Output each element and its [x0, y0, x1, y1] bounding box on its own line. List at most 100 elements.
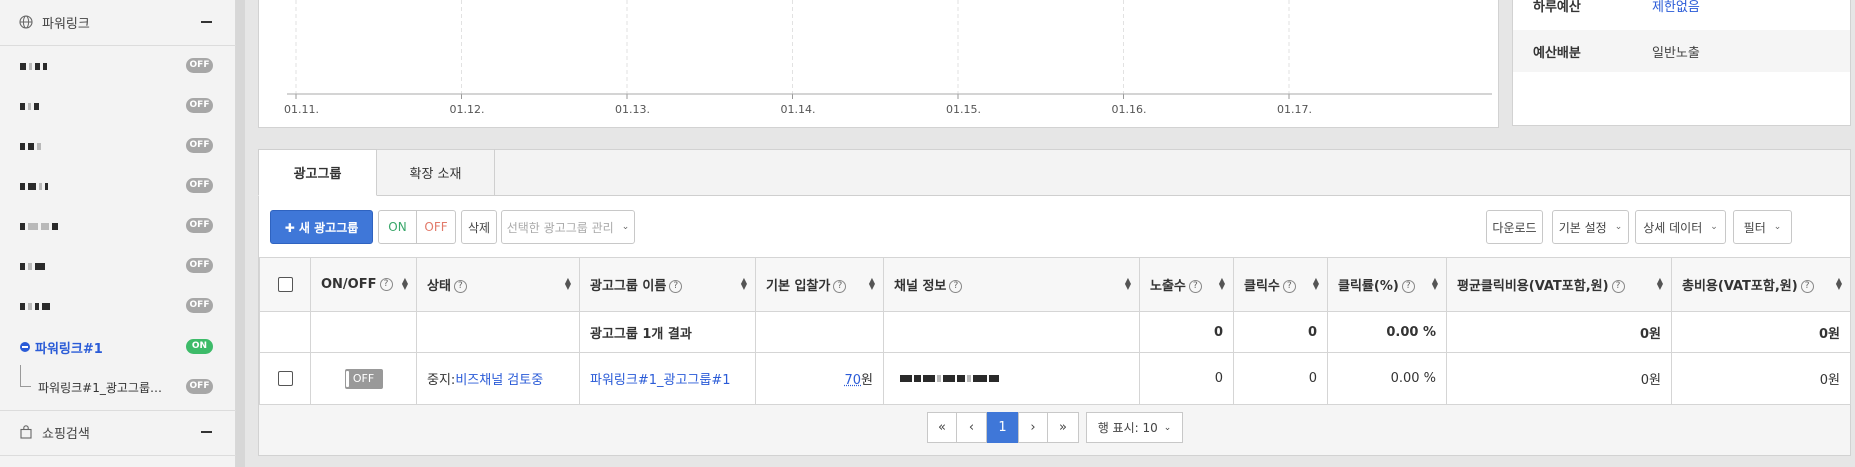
- adgroup-name-link[interactable]: 파워링크#1_광고그룹#1: [590, 373, 731, 388]
- onoff-cell: OFF: [310, 352, 417, 405]
- row-checkbox[interactable]: [277, 371, 293, 386]
- sidebar-campaign-item[interactable]: OFF: [0, 291, 236, 321]
- status-pill[interactable]: ON: [186, 339, 213, 354]
- status-pill[interactable]: OFF: [186, 178, 213, 193]
- onoff-toggle[interactable]: OFF: [344, 368, 383, 389]
- sidebar-campaign-item[interactable]: OFF: [0, 251, 236, 281]
- status-pill[interactable]: OFF: [186, 379, 213, 394]
- bid-value-link[interactable]: 70: [844, 373, 861, 388]
- sort-icon[interactable]: ▲ ▼: [741, 277, 747, 291]
- help-icon[interactable]: ?: [949, 280, 963, 293]
- column-header-onoff[interactable]: ON/OFF? ▲ ▼: [310, 257, 417, 312]
- shopping-bag-icon: [18, 424, 34, 440]
- filter-dropdown[interactable]: 필터 ⌄: [1733, 210, 1792, 244]
- sidebar-campaign-item[interactable]: OFF: [0, 171, 236, 201]
- sidebar-section-shopping[interactable]: 쇼핑검색: [0, 410, 236, 454]
- column-header-status[interactable]: 상태? ▲ ▼: [416, 257, 580, 312]
- sort-icon[interactable]: ▲ ▼: [565, 277, 571, 291]
- status-pill[interactable]: OFF: [186, 258, 213, 273]
- sort-icon[interactable]: ▲ ▼: [1313, 277, 1319, 291]
- empty-cell: [883, 311, 1140, 353]
- sidebar-section-powerlink[interactable]: 파워링크: [0, 0, 236, 44]
- help-icon[interactable]: ?: [1800, 280, 1814, 293]
- status-link[interactable]: 비즈채널 검토중: [455, 373, 543, 388]
- status-pill[interactable]: OFF: [186, 298, 213, 313]
- rows-per-page-dropdown[interactable]: 행 표시: 10 ⌄: [1086, 412, 1183, 443]
- sort-icon[interactable]: ▲ ▼: [1432, 277, 1438, 291]
- sort-icon[interactable]: ▲ ▼: [1219, 277, 1225, 291]
- column-header-impressions[interactable]: 노출수? ▲ ▼: [1139, 257, 1234, 312]
- sidebar-campaign-item[interactable]: OFF: [0, 91, 236, 121]
- off-button[interactable]: OFF: [417, 210, 456, 244]
- column-header-bid[interactable]: 기본 입찰가? ▲ ▼: [755, 257, 884, 312]
- sort-icon[interactable]: ▲ ▼: [1125, 277, 1131, 291]
- status-pill[interactable]: OFF: [186, 138, 213, 153]
- sort-icon[interactable]: ▲ ▼: [1836, 277, 1842, 291]
- help-icon[interactable]: ?: [453, 280, 467, 293]
- adgroup-table: ON/OFF? ▲ ▼ 상태? ▲ ▼ 광고그룹 이름? ▲ ▼ 기본 입찰가? ▲ ▼ 채널 …: [259, 257, 1851, 405]
- download-button[interactable]: 다운로드: [1486, 210, 1543, 244]
- cost-cell: 0원: [1671, 352, 1851, 405]
- sidebar-campaign-item[interactable]: OFF: [0, 211, 236, 241]
- x-tick-label: 01.16.: [1111, 103, 1147, 116]
- on-button[interactable]: ON: [378, 210, 417, 244]
- collapse-circle-icon[interactable]: [20, 342, 30, 352]
- help-icon[interactable]: ?: [1611, 280, 1625, 293]
- status-pill[interactable]: OFF: [186, 218, 213, 233]
- column-header-clicks[interactable]: 클릭수? ▲ ▼: [1233, 257, 1328, 312]
- last-page-button[interactable]: »: [1048, 412, 1079, 443]
- sidebar-scrollbar[interactable]: [236, 0, 245, 467]
- delete-button[interactable]: 삭제: [461, 210, 497, 244]
- first-page-button[interactable]: «: [927, 412, 957, 443]
- sidebar-campaign-item[interactable]: OFF: [0, 131, 236, 161]
- next-page-button[interactable]: ›: [1018, 412, 1048, 443]
- tab-extension[interactable]: 확장 소재: [377, 149, 495, 196]
- help-icon[interactable]: ?: [1401, 280, 1415, 293]
- detail-data-dropdown[interactable]: 상세 데이터 ⌄: [1635, 210, 1726, 244]
- column-header-ctr[interactable]: 클릭률(%)? ▲ ▼: [1327, 257, 1447, 312]
- x-tick-label: 01.17.: [1277, 103, 1312, 116]
- column-header-cost[interactable]: 총비용(VAT포함,원)? ▲ ▼: [1671, 257, 1851, 312]
- total-clicks: 0: [1233, 311, 1328, 353]
- info-value[interactable]: 제한없음: [1652, 0, 1700, 15]
- tab-bar: 광고그룹 확장 소재: [258, 149, 1850, 196]
- divider: [0, 455, 236, 456]
- column-header-cpc[interactable]: 평균클릭비용(VAT포함,원)? ▲ ▼: [1446, 257, 1672, 312]
- new-adgroup-button[interactable]: ✚ 새 광고그룹: [270, 210, 373, 244]
- status-pill[interactable]: OFF: [186, 98, 213, 113]
- redacted-name: [20, 260, 45, 272]
- manage-selected-dropdown[interactable]: 선택한 광고그룹 관리 ⌄: [501, 210, 635, 244]
- page-button-current[interactable]: 1: [987, 412, 1018, 443]
- campaign-info-panel: 하루예산 제한없음 예산배분 일반노출: [1512, 0, 1851, 126]
- collapse-icon[interactable]: [201, 431, 212, 433]
- tab-adgroup[interactable]: 광고그룹: [258, 149, 377, 196]
- help-icon[interactable]: ?: [833, 280, 847, 293]
- select-all-checkbox[interactable]: [277, 277, 293, 292]
- chart-canvas: [287, 0, 1492, 99]
- sort-icon[interactable]: ▲ ▼: [402, 277, 408, 291]
- sidebar-section-title: 쇼핑검색: [42, 426, 90, 442]
- sort-icon[interactable]: ▲ ▼: [1657, 277, 1663, 291]
- collapse-icon[interactable]: [201, 21, 212, 23]
- help-icon[interactable]: ?: [1282, 280, 1296, 293]
- divider: [0, 45, 236, 46]
- help-icon[interactable]: ?: [379, 278, 393, 291]
- sidebar-item-powerlink-1[interactable]: 파워링크#1 ON: [0, 332, 236, 362]
- dropdown-label: 선택한 광고그룹 관리: [506, 220, 614, 235]
- channel-cell: [883, 352, 1140, 405]
- help-icon[interactable]: ?: [1188, 280, 1202, 293]
- prev-page-button[interactable]: ‹: [957, 412, 987, 443]
- sidebar-campaign-item[interactable]: OFF: [0, 51, 236, 81]
- status-pill[interactable]: OFF: [186, 58, 213, 73]
- info-row-daily-budget: 하루예산 제한없음: [1513, 0, 1850, 24]
- column-header-name[interactable]: 광고그룹 이름? ▲ ▼: [579, 257, 756, 312]
- bid-cell: 70원: [755, 352, 884, 405]
- column-header-channel[interactable]: 채널 정보? ▲ ▼: [883, 257, 1140, 312]
- help-icon[interactable]: ?: [669, 280, 683, 293]
- sidebar-item-adgroup[interactable]: 파워링크#1_광고그룹… OFF: [0, 372, 236, 402]
- table-row[interactable]: OFF 중지:비즈채널 검토중 파워링크#1_광고그룹#1 70원 0 0 0.…: [259, 352, 1851, 405]
- sort-icon[interactable]: ▲ ▼: [869, 277, 875, 291]
- basic-settings-dropdown[interactable]: 기본 설정 ⌄: [1552, 210, 1629, 244]
- empty-cell: [259, 311, 311, 353]
- impressions-cell: 0: [1139, 352, 1234, 405]
